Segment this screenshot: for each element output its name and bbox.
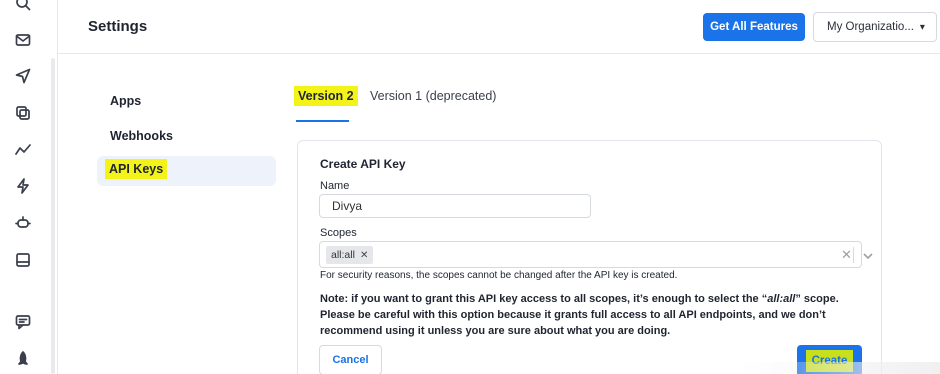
organization-select[interactable]: My Organizatio... ▾: [813, 12, 937, 42]
nav-item-label: API Keys: [105, 159, 168, 179]
cancel-button[interactable]: Cancel: [319, 345, 382, 374]
robot-icon[interactable]: [14, 214, 32, 232]
name-label: Name: [320, 180, 350, 192]
tab-version-2[interactable]: Version 2: [294, 86, 358, 106]
nav-item-webhooks[interactable]: Webhooks: [110, 129, 173, 143]
name-input-value: Divya: [332, 199, 363, 213]
warning-scope-name: all:all: [767, 293, 796, 305]
scope-chip: all:all ✕: [326, 246, 374, 264]
clear-icon[interactable]: ✕: [841, 247, 852, 263]
search-icon[interactable]: [14, 0, 32, 12]
mail-icon[interactable]: [14, 31, 32, 49]
scopes-select[interactable]: all:all ✕ ✕: [319, 241, 873, 268]
tab-label: Version 2: [294, 86, 358, 106]
copy-icon[interactable]: [14, 104, 32, 122]
nav-item-label: Apps: [110, 94, 142, 108]
tab-label: Version 1 (deprecated): [370, 89, 497, 103]
nav-item-api-keys[interactable]: API Keys: [105, 159, 168, 179]
warning-text-prefix: Note: if you want to grant this API key …: [320, 293, 768, 305]
inbox-icon[interactable]: [14, 251, 32, 269]
create-api-key-card: Create API Key Name Divya Scopes all:all…: [297, 140, 882, 374]
card-title: Create API Key: [320, 157, 406, 171]
scope-chip-label: all:all: [331, 249, 355, 261]
get-all-features-button[interactable]: Get All Features: [703, 13, 805, 41]
scopes-label: Scopes: [320, 227, 357, 239]
nav-item-apps[interactable]: Apps: [110, 94, 141, 108]
remove-chip-icon[interactable]: ✕: [360, 250, 368, 261]
rail-scrollbar[interactable]: [51, 58, 55, 374]
name-input[interactable]: Divya: [319, 194, 591, 218]
send-icon[interactable]: [14, 67, 32, 85]
active-tab-indicator: [296, 120, 349, 122]
select-divider: [853, 247, 854, 263]
tab-version-1[interactable]: Version 1 (deprecated): [370, 89, 496, 103]
bottom-fade: [740, 362, 940, 374]
organization-select-label: My Organizatio...: [827, 21, 914, 33]
page-title: Settings: [88, 18, 148, 35]
chevron-down-icon: ▾: [919, 21, 925, 33]
zap-icon[interactable]: [14, 177, 32, 195]
scope-warning-note: Note: if you want to grant this API key …: [320, 291, 860, 339]
nav-item-label: Webhooks: [110, 129, 173, 143]
icon-rail: [0, 0, 58, 374]
security-note: For security reasons, the scopes cannot …: [320, 270, 678, 281]
chat-icon[interactable]: [14, 313, 32, 331]
top-header: Settings Get All Features My Organizatio…: [58, 0, 940, 54]
rocket-icon[interactable]: [14, 350, 32, 368]
chevron-down-icon[interactable]: [863, 248, 873, 260]
activity-icon[interactable]: [14, 141, 32, 159]
